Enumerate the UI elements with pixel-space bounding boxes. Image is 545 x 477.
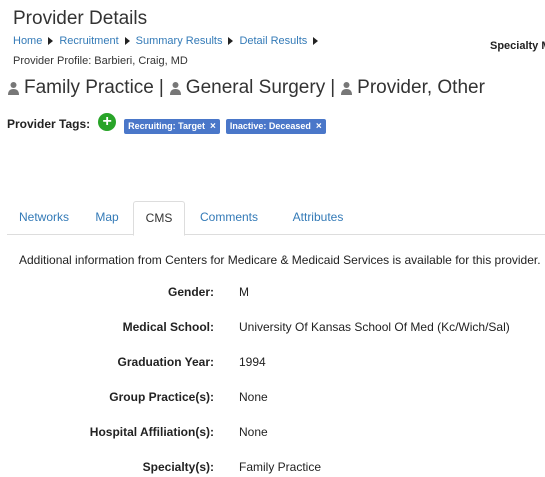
add-tag-button[interactable]: + — [98, 113, 117, 131]
close-icon[interactable]: × — [210, 121, 216, 132]
medical-school-label: Medical School: — [122, 320, 214, 334]
hospital-affiliation-value: None — [239, 425, 268, 439]
specialty-divider: | — [158, 77, 164, 98]
breadcrumb-home[interactable]: Home — [13, 35, 42, 47]
triangle-right-icon — [313, 37, 319, 45]
tag-badge: Recruiting: Target × — [124, 118, 220, 134]
tab-networks[interactable]: Networks — [7, 201, 81, 233]
tab-bar: Networks Map CMS Comments Attributes — [7, 201, 545, 236]
graduation-year-label: Graduation Year: — [117, 355, 214, 369]
person-icon — [169, 81, 181, 95]
tab-attributes[interactable]: Attributes — [273, 201, 363, 233]
graduation-year-value: 1994 — [239, 355, 266, 369]
triangle-right-icon — [124, 37, 130, 45]
gender-label: Gender: — [167, 285, 214, 299]
specialty-item: Family Practice — [24, 77, 154, 98]
specialty-item: General Surgery — [185, 77, 326, 98]
plus-circle-icon: + — [102, 113, 112, 130]
tab-cms[interactable]: CMS — [133, 201, 185, 236]
tag-label: Recruiting: Target — [128, 121, 205, 131]
specialty-divider: | — [330, 77, 336, 98]
provider-tags-label: Provider Tags: — [7, 117, 91, 131]
breadcrumb-summary-results[interactable]: Summary Results — [136, 35, 223, 47]
close-icon[interactable]: × — [316, 121, 322, 132]
person-icon — [341, 81, 353, 95]
tag-badge: Inactive: Deceased × — [225, 118, 326, 134]
medical-school-value: University Of Kansas School Of Med (Kc/W… — [239, 320, 510, 334]
breadcrumb-recruitment[interactable]: Recruitment — [59, 35, 118, 47]
gender-value: M — [239, 285, 249, 299]
tag-label: Inactive: Deceased — [229, 121, 311, 131]
specialty-item: Provider, Other — [357, 77, 485, 98]
tab-comments[interactable]: Comments — [189, 201, 269, 233]
group-practice-value: None — [239, 390, 268, 404]
specialty-heading: Family Practice | General Surgery | Prov… — [7, 77, 485, 99]
cms-info-text: Additional information from Centers for … — [19, 253, 541, 267]
provider-tags-row: Provider Tags: + Recruiting: Target × In… — [7, 113, 332, 134]
hospital-affiliation-label: Hospital Affiliation(s): — [89, 425, 214, 439]
person-icon — [8, 81, 19, 95]
breadcrumb: Home Recruitment Summary Results Detail … — [13, 35, 324, 47]
specialty-value: Family Practice — [239, 460, 322, 474]
triangle-right-icon — [228, 37, 234, 45]
group-practice-label: Group Practice(s): — [109, 390, 214, 404]
page-title: Provider Details — [13, 8, 148, 29]
triangle-right-icon — [48, 37, 54, 45]
breadcrumb-detail-results[interactable]: Detail Results — [239, 35, 307, 47]
specialty-label: Specialty(s): — [142, 460, 214, 474]
tab-map[interactable]: Map — [81, 201, 133, 233]
specialty-header-label: Specialty M — [490, 40, 545, 52]
provider-profile-label: Provider Profile: Barbieri, Craig, MD — [13, 55, 188, 67]
